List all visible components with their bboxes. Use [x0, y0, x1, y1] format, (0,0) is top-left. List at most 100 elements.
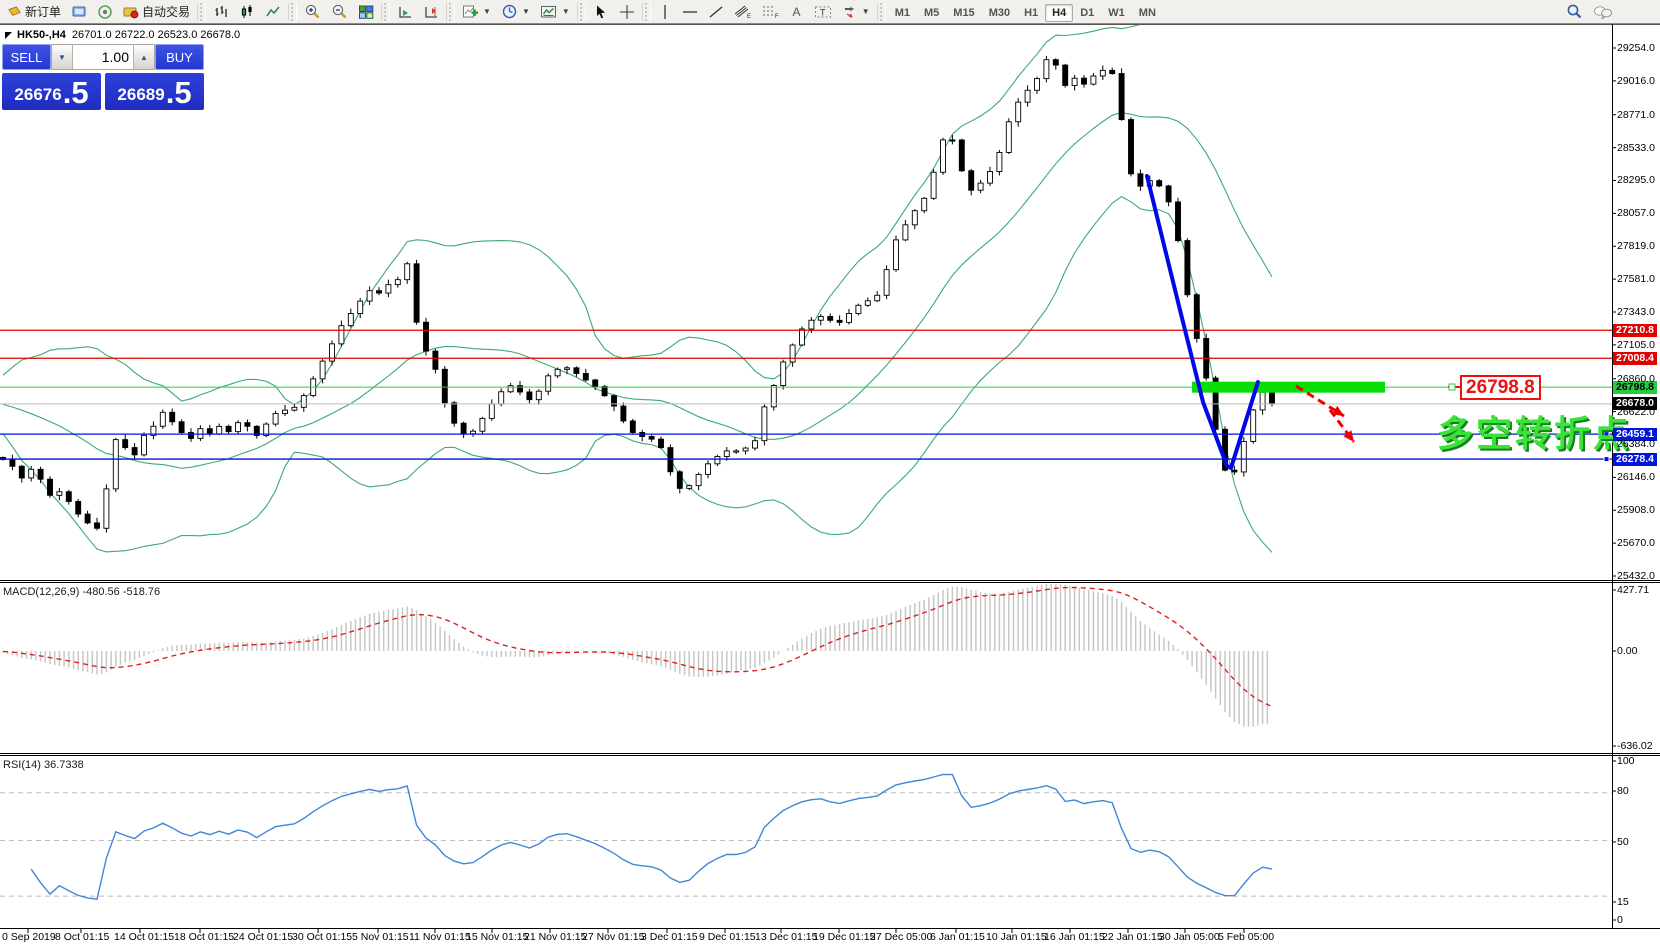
trade-panel-top-row: SELL ▼ ▲ BUY	[2, 44, 204, 70]
time-axis-label: 3 Dec 01:15	[641, 931, 698, 943]
candle-body	[1035, 79, 1040, 91]
volume-stepper: ▼ ▲	[51, 44, 155, 70]
candle-body	[348, 314, 353, 326]
price-axis-label: 29254.0	[1617, 42, 1655, 54]
candle-body	[245, 423, 250, 427]
line-handle[interactable]	[1449, 384, 1455, 390]
price-annotation-label[interactable]: 26798.8	[1460, 375, 1541, 400]
candle-body	[687, 486, 692, 489]
candle-body	[10, 460, 15, 467]
price-tag: 26278.4	[1613, 453, 1657, 466]
trade-panel-price-row: 26676 .5 26689 .5	[2, 73, 204, 110]
candle-body	[471, 431, 476, 433]
candle-body	[1260, 392, 1265, 410]
candle-body	[414, 264, 419, 322]
price-axis-label: 27819.0	[1617, 240, 1655, 252]
candle-body	[1100, 70, 1105, 76]
mt4-window: 新订单 自动交易	[0, 0, 1660, 946]
price-axis-label: 26622.0	[1617, 406, 1655, 418]
candle-body	[630, 421, 635, 433]
time-axis-label: 16 Jan 01:15	[1044, 931, 1105, 943]
time-axis-label: 18 Oct 01:15	[174, 931, 234, 943]
sell-price-main: 26676	[14, 82, 61, 108]
volume-increase-button[interactable]: ▲	[133, 45, 154, 69]
candle-body	[602, 386, 607, 395]
candle-body	[734, 451, 739, 452]
candle-body	[659, 439, 664, 448]
candle-body	[1025, 90, 1030, 102]
sell-price-frac: .5	[63, 78, 89, 108]
candle-body	[621, 406, 626, 421]
candle-body	[57, 492, 62, 496]
candle-body	[104, 489, 109, 528]
price-axis-label: 28057.0	[1617, 207, 1655, 219]
buy-price-button[interactable]: 26689 .5	[105, 73, 204, 110]
candle-body	[790, 345, 795, 362]
candle-body	[292, 407, 297, 410]
candle-body	[1270, 392, 1275, 403]
candle-body	[922, 198, 927, 210]
price-tag: 27008.4	[1613, 352, 1657, 365]
candle-body	[583, 373, 588, 379]
rsi-axis-label: 100	[1617, 755, 1635, 767]
candle-body	[236, 423, 241, 432]
blue-zigzag-trendline[interactable]	[1147, 176, 1258, 468]
candle-body	[546, 376, 551, 391]
candle-body	[405, 264, 410, 280]
candle-body	[894, 240, 899, 270]
one-click-trading-panel: SELL ▼ ▲ BUY 26676 .5 26689 .5	[2, 44, 204, 110]
volume-input[interactable]	[73, 45, 133, 69]
price-axis-label: 26384.0	[1617, 438, 1655, 450]
time-axis-label: 13 Dec 01:15	[755, 931, 817, 943]
candle-body	[48, 479, 53, 495]
time-axis-label: 9 Dec 01:15	[699, 931, 756, 943]
candle-body	[593, 380, 598, 386]
sell-price-button[interactable]: 26676 .5	[2, 73, 101, 110]
candle-body	[283, 410, 288, 413]
time-axis-label: 0 Sep 2019	[2, 931, 56, 943]
green-resistance-bar[interactable]	[1192, 382, 1385, 393]
candle-body	[649, 437, 654, 440]
candle-body	[978, 183, 983, 190]
candle-body	[1082, 78, 1087, 84]
macd-axis-label: -636.02	[1617, 740, 1653, 752]
chinese-annotation-text[interactable]: 多空转折点	[1437, 405, 1632, 457]
candle-body	[29, 469, 34, 478]
candle-body	[677, 472, 682, 489]
candle-body	[424, 322, 429, 351]
candle-body	[499, 392, 504, 404]
candle-body	[847, 313, 852, 322]
buy-price-main: 26689	[117, 82, 164, 108]
price-tag: 27210.8	[1613, 324, 1657, 337]
price-axis-label: 28295.0	[1617, 174, 1655, 186]
chart-canvas[interactable]	[0, 0, 1660, 946]
price-axis-label: 27105.0	[1617, 339, 1655, 351]
candle-body	[66, 492, 71, 502]
candle-body	[189, 433, 194, 439]
candle-body	[1091, 76, 1096, 84]
line-handle[interactable]	[1604, 457, 1609, 462]
candle-body	[452, 403, 457, 423]
candle-body	[1232, 470, 1237, 472]
price-axis-label: 25908.0	[1617, 504, 1655, 516]
price-axis-label: 25432.0	[1617, 570, 1655, 582]
bollinger-lower-line	[3, 197, 1272, 553]
bollinger-middle-line	[3, 113, 1272, 469]
candle-body	[367, 291, 372, 301]
candle-body	[959, 140, 964, 171]
price-axis-label: 28533.0	[1617, 142, 1655, 154]
candle-body	[1138, 174, 1143, 186]
volume-decrease-button[interactable]: ▼	[52, 45, 73, 69]
candle-body	[1044, 60, 1049, 79]
candle-body	[1129, 120, 1134, 174]
rsi-label: RSI(14) 36.7338	[3, 759, 84, 771]
candle-body	[1157, 181, 1162, 186]
buy-button[interactable]: BUY	[155, 44, 204, 70]
candle-body	[903, 225, 908, 240]
candle-body	[38, 469, 43, 479]
sell-button[interactable]: SELL	[2, 44, 51, 70]
candle-body	[76, 501, 81, 514]
candle-body	[724, 451, 729, 457]
rsi-axis-label: 0	[1617, 914, 1623, 926]
rsi-pane-layer	[0, 775, 1612, 900]
